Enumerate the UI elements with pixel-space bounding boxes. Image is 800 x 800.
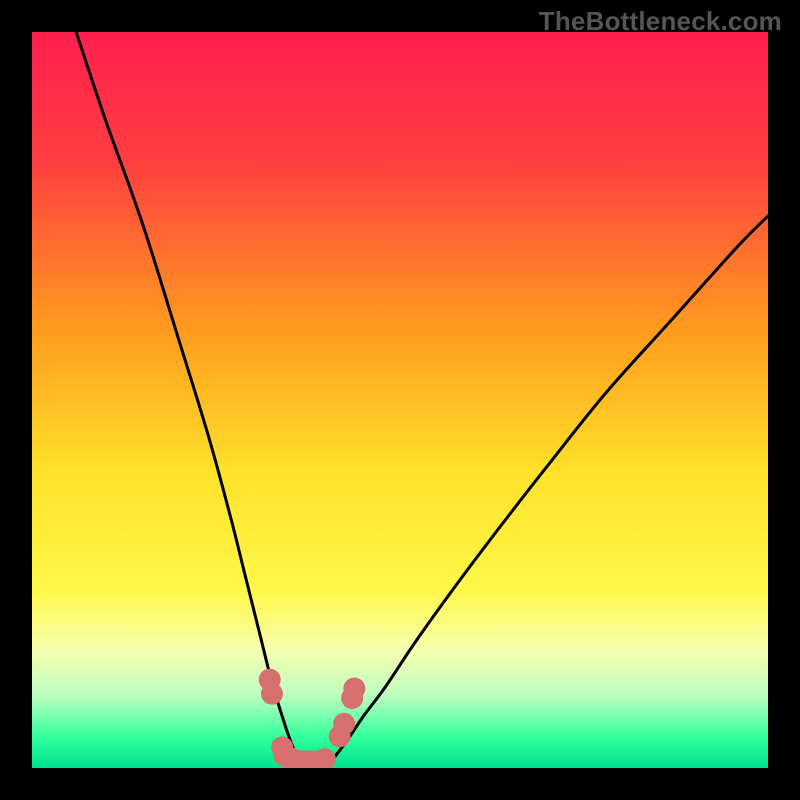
chart-plot-area	[32, 32, 768, 768]
chart-background-gradient	[32, 32, 768, 768]
outer-frame: TheBottleneck.com	[0, 0, 800, 800]
scatter-point	[343, 678, 365, 700]
scatter-point	[333, 713, 355, 735]
scatter-point	[261, 683, 283, 705]
chart-svg	[32, 32, 768, 768]
